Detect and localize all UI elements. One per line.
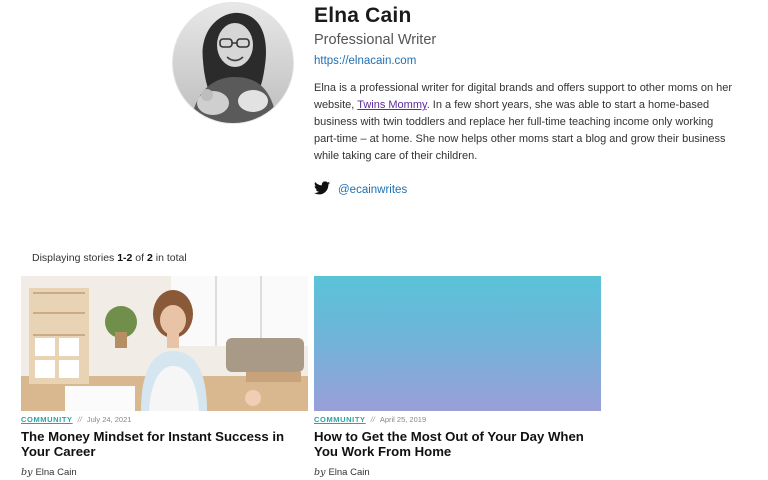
story-count-mid: of [132,252,147,264]
author-avatar [173,3,293,123]
story-meta: COMMUNITY // April 25, 2019 [314,413,601,425]
story-title-link[interactable]: How to Get the Most Out of Your Day When… [314,429,601,459]
story-thumbnail-photo[interactable] [21,276,308,411]
story-count-prefix: Displaying stories [32,252,118,264]
twitter-row: @ecainwrites [314,180,407,200]
story-date: July 24, 2021 [86,414,132,424]
story-meta: COMMUNITY // July 24, 2021 [21,413,308,425]
byline-prefix: by [314,467,326,478]
author-website-link[interactable]: https://elnacain.com [314,55,416,67]
story-count-range: 1-2 [117,252,133,264]
story-card[interactable]: COMMUNITY // July 24, 2021 The Money Min… [21,276,308,478]
meta-separator: // [77,414,82,424]
story-byline: by Elna Cain [314,467,601,478]
twitter-handle-link[interactable]: @ecainwrites [338,184,407,196]
byline-author[interactable]: Elna Cain [35,467,76,478]
category-link[interactable]: COMMUNITY [314,415,366,424]
byline-prefix: by [21,467,33,478]
story-card[interactable]: COMMUNITY // April 25, 2019 How to Get t… [314,276,601,478]
story-count: Displaying stories 1-2 of 2 in total [32,252,187,264]
meta-separator: // [370,414,375,424]
story-thumbnail-gradient[interactable] [314,276,601,411]
story-byline: by Elna Cain [21,467,308,478]
category-link[interactable]: COMMUNITY [21,415,73,424]
author-name: Elna Cain [314,4,412,27]
story-count-suffix: in total [152,252,187,264]
story-date: April 25, 2019 [379,414,427,424]
twins-mommy-link[interactable]: Twins Mommy [357,99,426,111]
author-bio: Elna is a professional writer for digita… [314,80,734,165]
twitter-bird-icon[interactable] [314,180,330,200]
story-title-link[interactable]: The Money Mindset for Instant Success in… [21,429,308,459]
byline-author[interactable]: Elna Cain [328,467,369,478]
author-role: Professional Writer [314,32,437,48]
